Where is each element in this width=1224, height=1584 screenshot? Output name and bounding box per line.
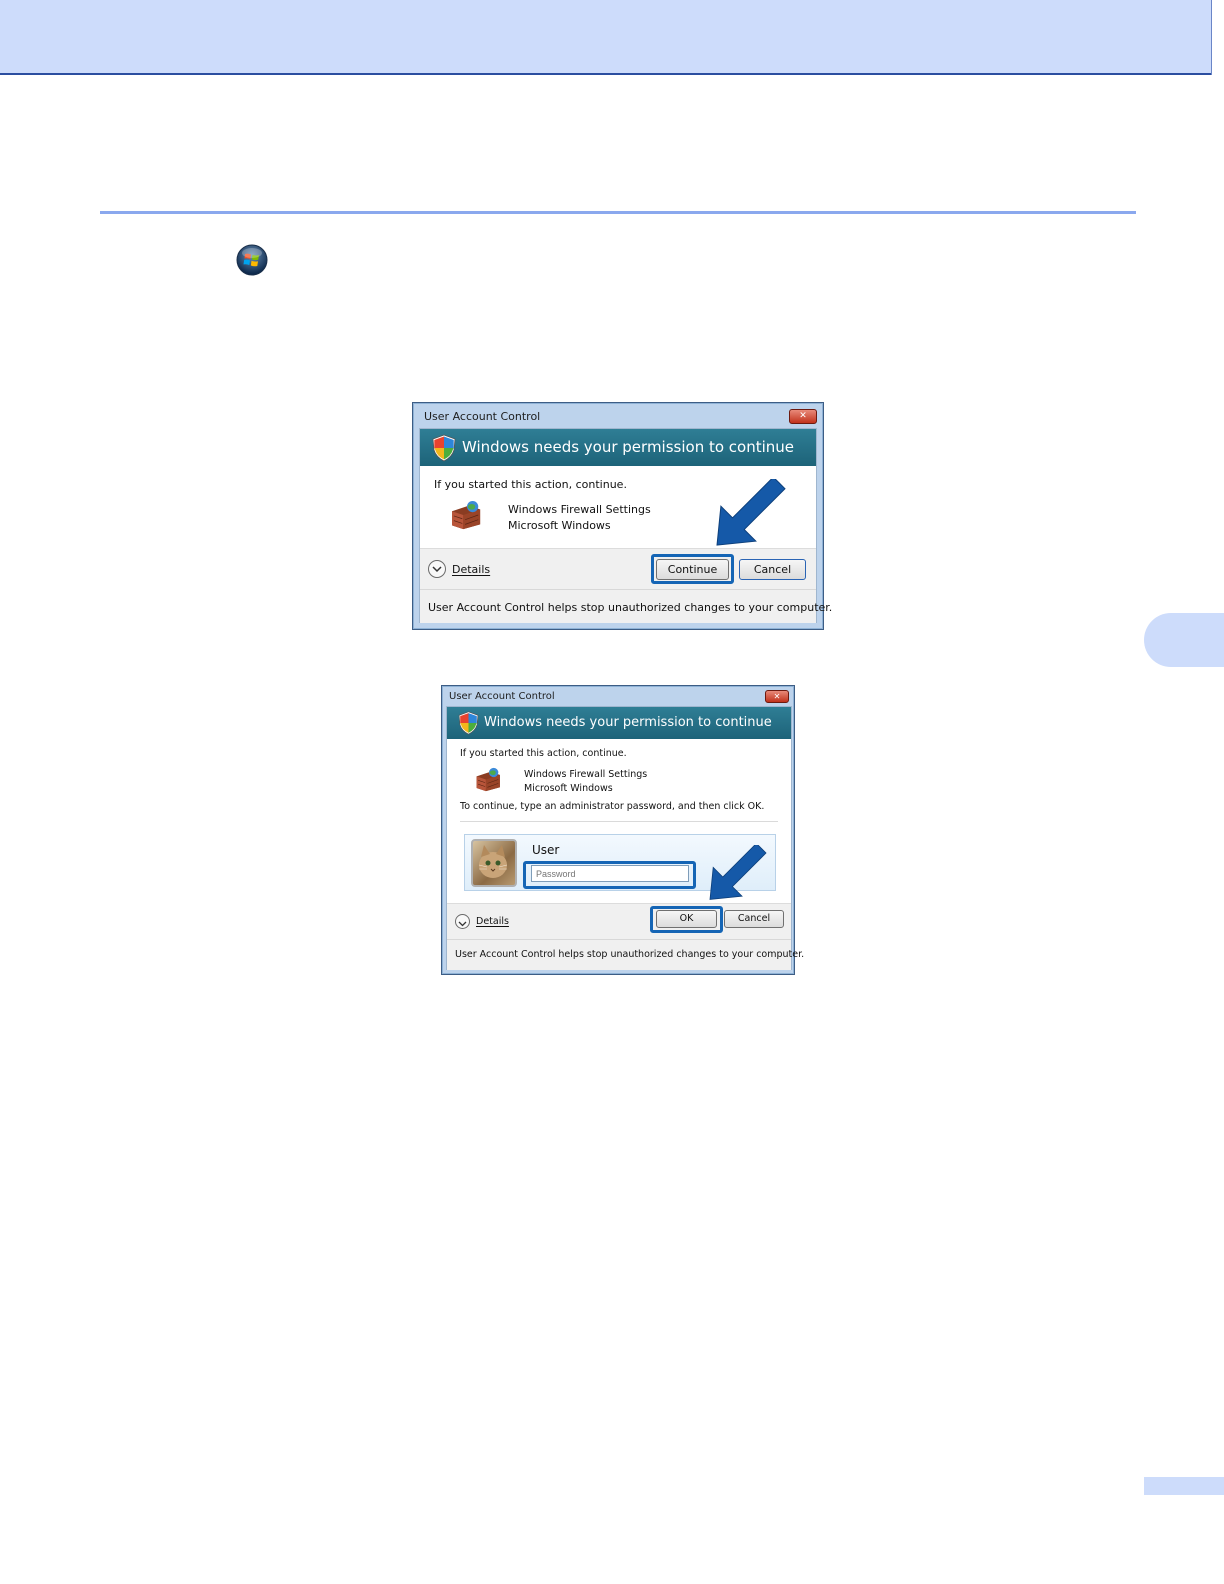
close-button[interactable]: ✕ [789, 409, 817, 424]
user-avatar [471, 839, 517, 887]
uac-shield-icon [432, 434, 456, 462]
header-corner [1211, 0, 1224, 75]
ok-button[interactable]: OK [656, 910, 717, 928]
firewall-icon [452, 500, 481, 530]
chapter-tab [1144, 613, 1224, 667]
page-header-band [0, 0, 1224, 75]
permission-banner: Windows needs your permission to continu… [447, 707, 791, 739]
footer-note: User Account Control helps stop unauthor… [447, 939, 804, 970]
program-name: Windows Firewall Settings [508, 503, 651, 516]
footer-text: User Account Control helps stop unauthor… [455, 949, 805, 960]
dialog-body: Windows needs your permission to continu… [446, 706, 804, 970]
page-number-tab [1144, 1477, 1224, 1495]
button-bar: Details OK Cancel [447, 903, 791, 939]
separator [460, 821, 778, 822]
cancel-button[interactable]: Cancel [724, 910, 784, 928]
button-bar: Details Continue Cancel [420, 548, 816, 589]
dialog-title: User Account Control [424, 410, 541, 423]
details-chevron-icon[interactable] [455, 914, 470, 929]
banner-title: Windows needs your permission to continu… [484, 715, 772, 730]
prompt-text: If you started this action, continue. [460, 748, 627, 759]
uac-dialog-password: User Account Control ✕ Windows needs you… [441, 685, 804, 975]
cancel-button[interactable]: Cancel [739, 559, 806, 580]
password-input[interactable] [531, 865, 689, 882]
uac-dialog-continue: User Account Control ✕ Windows needs you… [412, 402, 832, 630]
permission-banner: Windows needs your permission to continu… [420, 429, 816, 466]
continue-button[interactable]: Continue [656, 559, 729, 580]
details-link[interactable]: Details [452, 563, 490, 576]
section-rule [100, 211, 1136, 214]
close-button[interactable]: ✕ [765, 690, 789, 703]
dialog-title: User Account Control [449, 691, 555, 702]
details-link[interactable]: Details [476, 916, 509, 927]
user-name: User [532, 843, 560, 857]
banner-title: Windows needs your permission to continu… [462, 438, 795, 456]
footer-note: User Account Control helps stop unauthor… [420, 589, 832, 623]
dialog-body: Windows needs your permission to continu… [419, 428, 832, 623]
footer-text: User Account Control helps stop unauthor… [428, 601, 833, 614]
firewall-icon [476, 767, 500, 792]
program-name: Windows Firewall Settings [524, 769, 648, 780]
publisher-name: Microsoft Windows [524, 783, 613, 794]
prompt-text: If you started this action, continue. [434, 478, 627, 491]
details-chevron-icon[interactable] [428, 560, 446, 578]
uac-shield-icon [458, 711, 479, 735]
dialog-titlebar: User Account Control ✕ [413, 403, 823, 427]
dialog-titlebar: User Account Control ✕ [442, 686, 794, 706]
windows-start-orb-icon [236, 244, 268, 276]
instruction-text: To continue, type an administrator passw… [460, 801, 765, 812]
publisher-name: Microsoft Windows [508, 519, 611, 532]
pointer-arrow-icon [709, 845, 767, 900]
pointer-arrow-icon [716, 479, 786, 546]
